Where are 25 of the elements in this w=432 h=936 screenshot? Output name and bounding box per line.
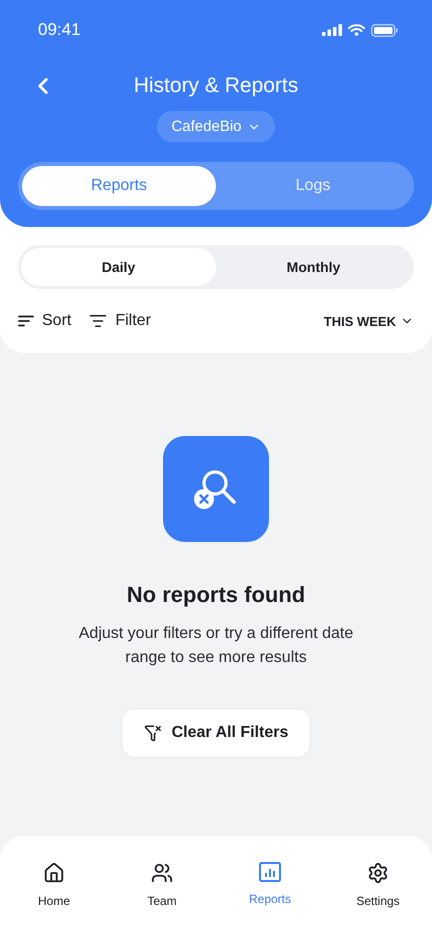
filter-icon: [89, 312, 108, 330]
range-dropdown[interactable]: THIS WEEK: [324, 314, 414, 328]
status-time: 09:41: [38, 20, 81, 40]
page-title: History & Reports: [134, 74, 298, 98]
tab[interactable]: Reports: [22, 166, 216, 206]
period-option[interactable]: Monthly: [216, 248, 411, 286]
battery-icon: [371, 24, 398, 36]
settings-icon: [367, 862, 389, 884]
home-icon: [43, 862, 65, 884]
nav-item[interactable]: Team: [108, 862, 216, 910]
nav-item[interactable]: Home: [0, 862, 108, 910]
nav-item[interactable]: Reports: [216, 862, 324, 910]
wifi-icon: [348, 24, 365, 36]
sort-icon: [18, 315, 34, 327]
empty-state-title: No reports found: [126, 582, 306, 608]
team-icon: [151, 862, 173, 884]
period-option[interactable]: Daily: [21, 248, 216, 286]
filter-x-icon: [144, 724, 162, 742]
nav-item[interactable]: Settings: [324, 862, 432, 910]
bar-chart-icon: [259, 862, 281, 882]
clear-filters-button[interactable]: Clear All Filters: [121, 708, 311, 758]
sort-button[interactable]: Sort: [18, 312, 72, 330]
empty-state-message: Adjust your filters or try a different date range to see more results: [78, 624, 354, 668]
signal-icon: [322, 24, 342, 36]
filter-button[interactable]: Filter: [89, 312, 151, 330]
